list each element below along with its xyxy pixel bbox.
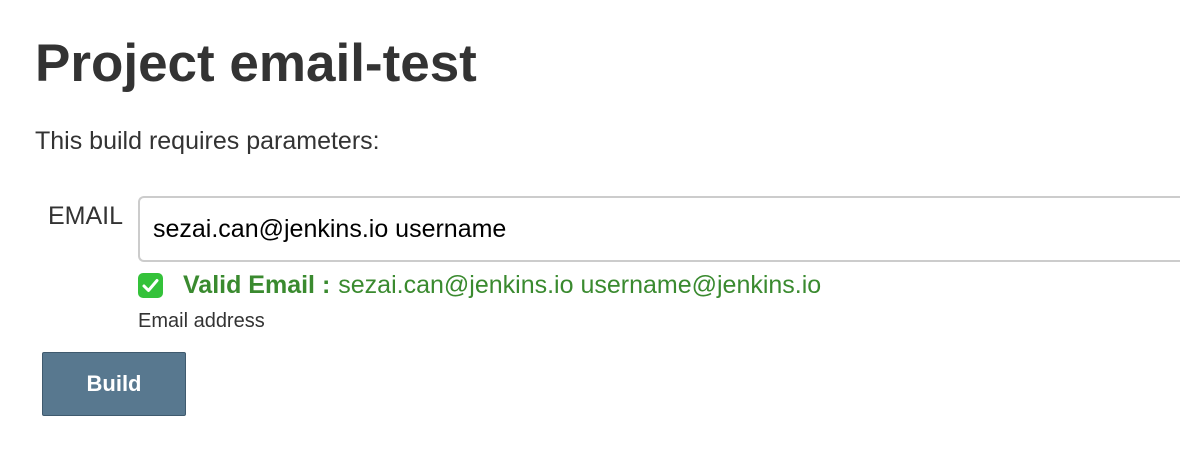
email-validation-message: Valid Email : sezai.can@jenkins.io usern… xyxy=(138,270,821,300)
email-parameter-label: EMAIL xyxy=(48,202,124,230)
build-button[interactable]: Build xyxy=(42,352,186,416)
email-input[interactable] xyxy=(138,196,1180,262)
build-parameters-page: Project email-test This build requires p… xyxy=(0,0,1180,472)
page-title: Project email-test xyxy=(35,34,477,93)
validation-value: sezai.can@jenkins.io username@jenkins.io xyxy=(338,270,822,299)
validation-label: Valid Email : xyxy=(183,270,331,299)
email-field-description: Email address xyxy=(138,310,265,332)
build-intro-text: This build requires parameters: xyxy=(35,127,380,155)
check-mark-icon xyxy=(138,272,163,298)
